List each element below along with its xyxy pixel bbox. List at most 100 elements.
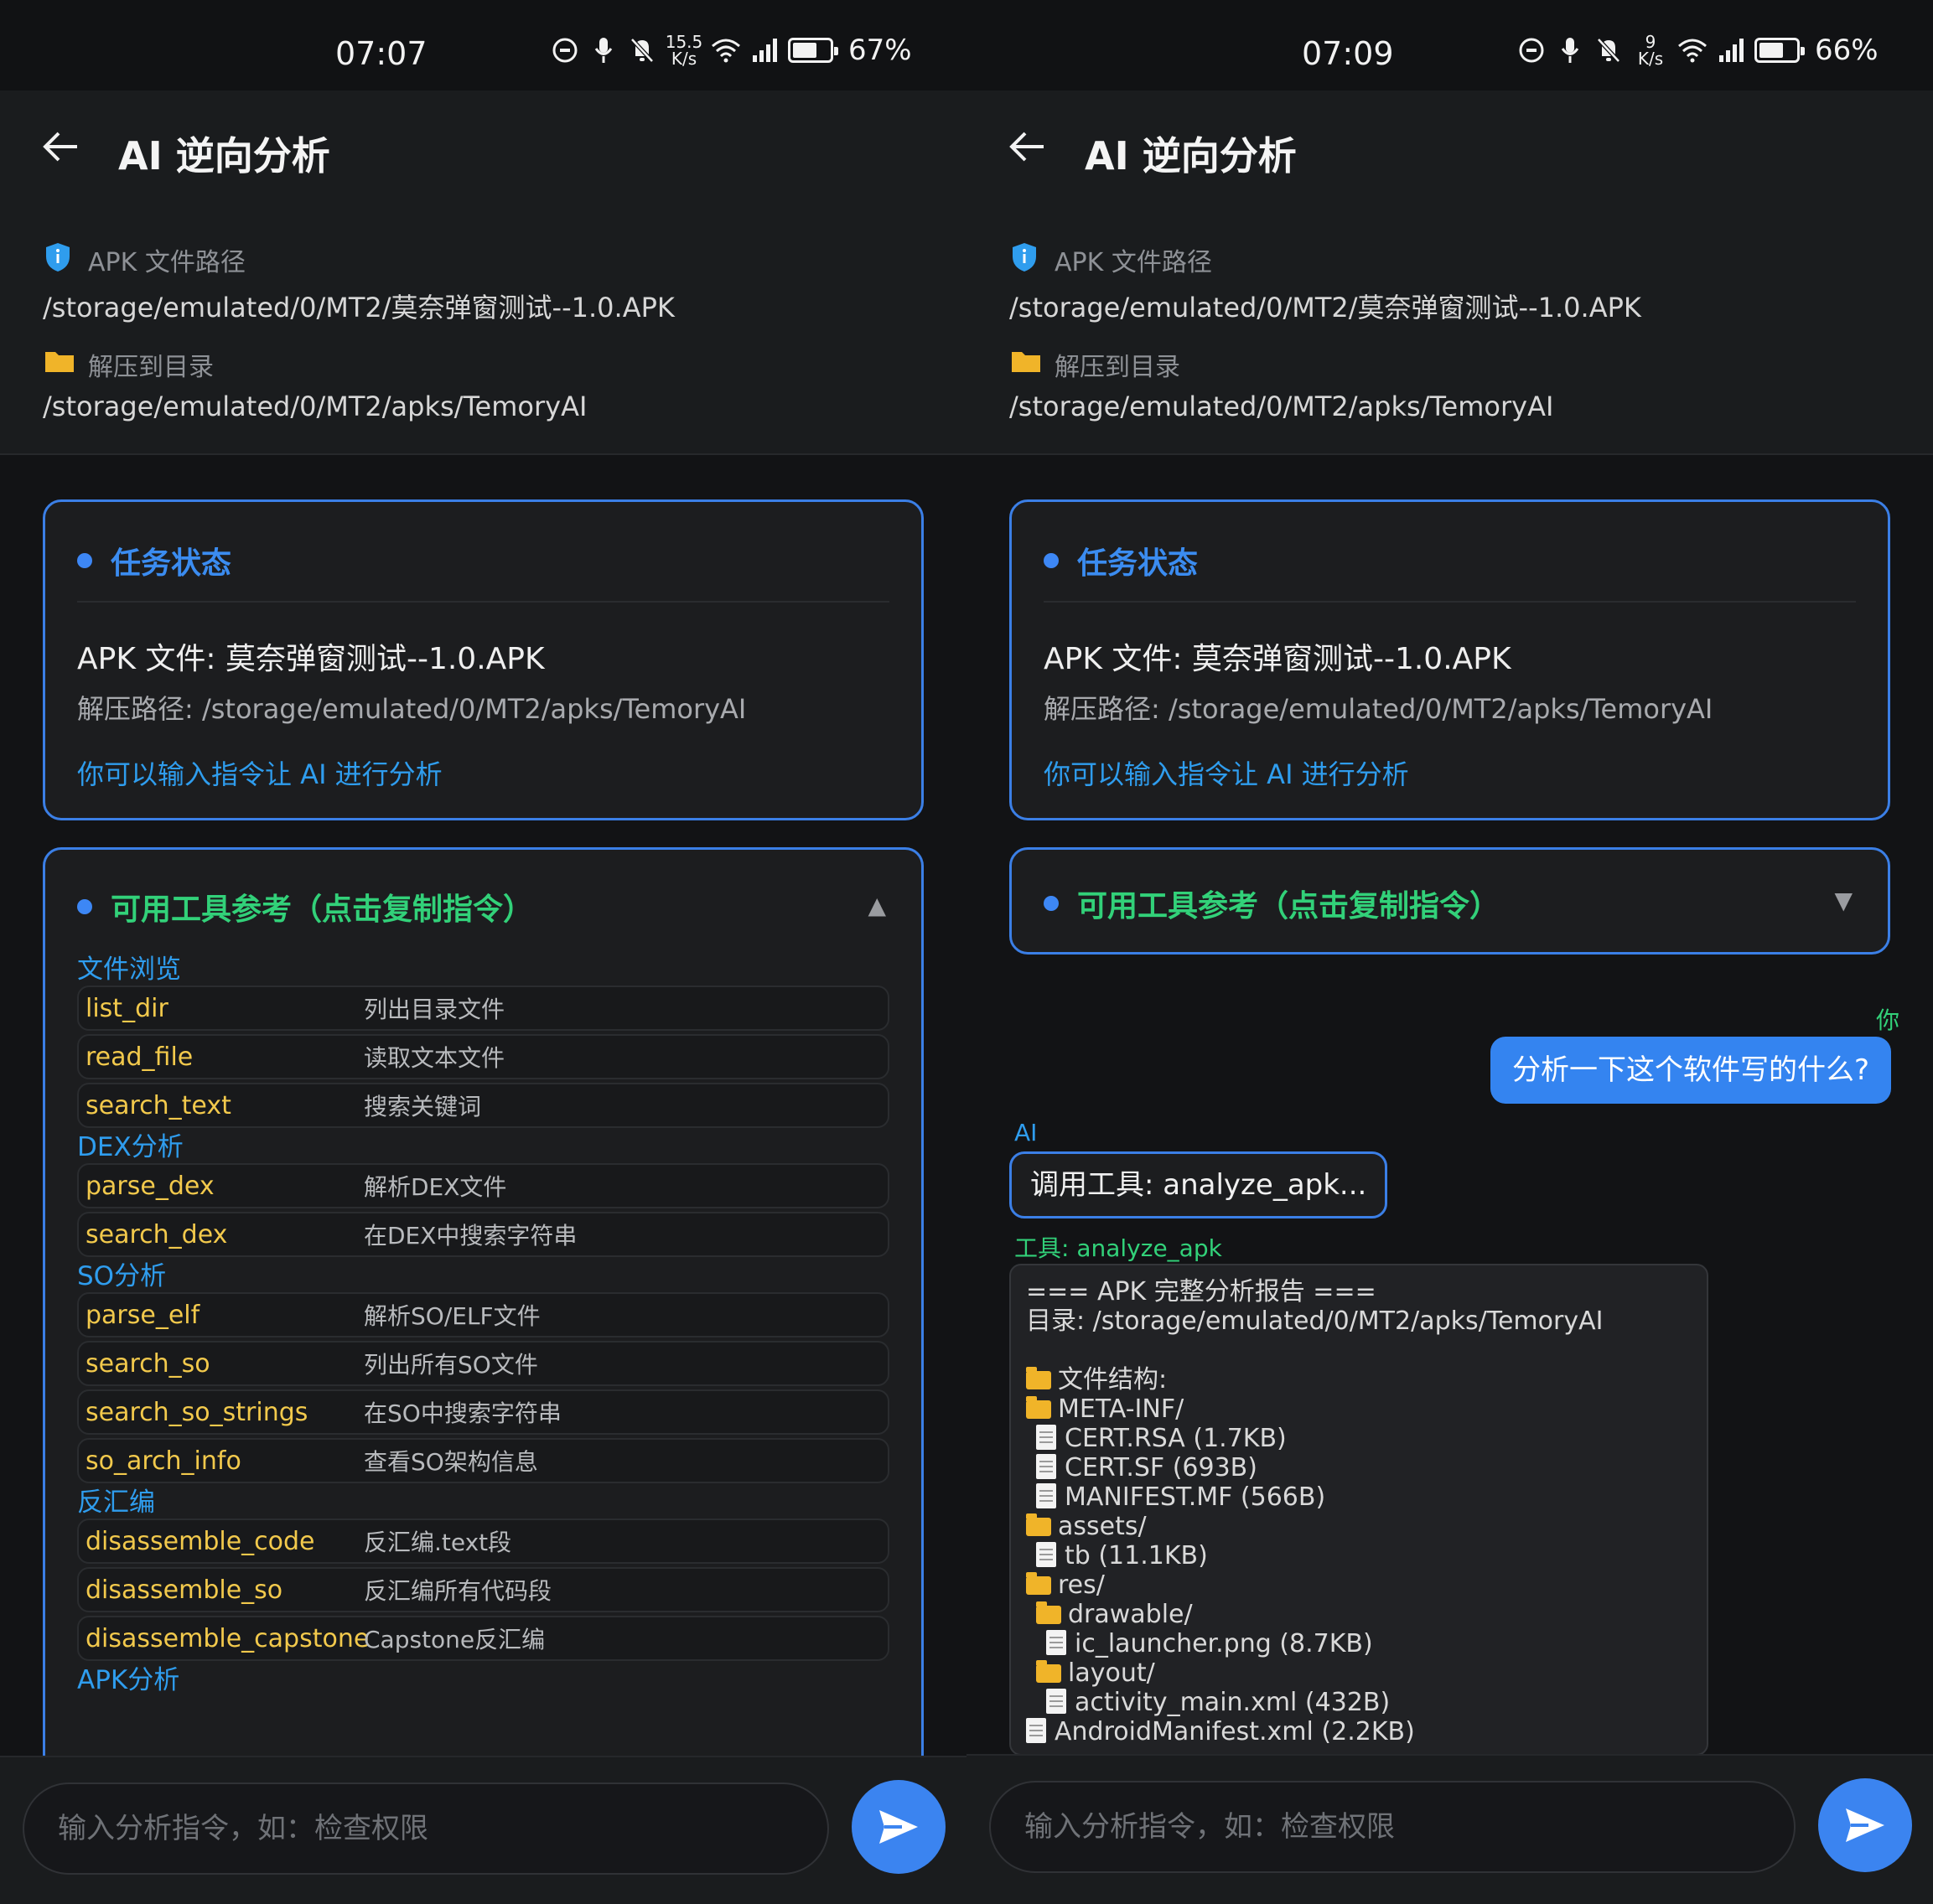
tool-row[interactable]: so_arch_info 查看SO架构信息 [77, 1438, 889, 1483]
folder-icon [1036, 1660, 1061, 1683]
mic-icon [588, 35, 619, 65]
tool-row[interactable]: read_file 读取文本文件 [77, 1034, 889, 1079]
tool-description: 列出所有SO文件 [364, 1351, 538, 1379]
tools-reference-title: 可用工具参考（点击复制指令） [111, 892, 534, 927]
tool-category-label: 反汇编 [77, 1488, 155, 1518]
tool-name: disassemble_capstone [86, 1623, 370, 1653]
tool-output-text: ic_launcher.png (8.7KB) [1075, 1629, 1373, 1658]
folder-icon [45, 352, 74, 372]
extract-dir-value: /storage/emulated/0/MT2/apks/TemoryAI [1009, 391, 1554, 422]
expand-caret-icon[interactable]: ▼ [1834, 887, 1853, 914]
task-apk-file: APK 文件: 莫奈弹窗测试--1.0.APK [1044, 642, 1511, 676]
tool-name: search_so_strings [86, 1397, 308, 1427]
tool-output-text: res/ [1058, 1570, 1105, 1600]
tool-output-text: layout/ [1068, 1658, 1155, 1688]
tool-description: 查看SO架构信息 [364, 1448, 538, 1476]
folder-icon [1026, 1513, 1051, 1536]
task-hint: 你可以输入指令让 AI 进行分析 [1044, 758, 1409, 790]
command-input[interactable]: 输入分析指令，如：检查权限 [989, 1781, 1796, 1873]
status-clock: 07:07 [335, 35, 428, 72]
tool-row[interactable]: search_dex 在DEX中搜索字符串 [77, 1212, 889, 1257]
tool-output-text: 文件结构: [1058, 1365, 1168, 1394]
collapse-caret-icon[interactable]: ▲ [868, 892, 886, 919]
signal-icon [1716, 35, 1746, 65]
battery-fill [793, 43, 816, 58]
task-status-head: 任务状态 [1044, 539, 1198, 582]
tool-output-line: META-INF/ [1026, 1394, 1707, 1424]
tools-reference-head[interactable]: 可用工具参考（点击复制指令） [77, 885, 533, 929]
divider [1044, 601, 1856, 603]
tool-output-text: AndroidManifest.xml (2.2KB) [1055, 1717, 1415, 1746]
tool-category-label: SO分析 [77, 1261, 167, 1291]
send-button[interactable] [1818, 1778, 1912, 1872]
tool-output-text: META-INF/ [1058, 1394, 1184, 1424]
tool-row[interactable]: disassemble_capstone Capstone反汇编 [77, 1616, 889, 1661]
folder-icon [1026, 1367, 1051, 1389]
divider [77, 601, 889, 603]
tool-name: parse_elf [86, 1300, 200, 1330]
tool-row[interactable]: parse_elf 解析SO/ELF文件 [77, 1292, 889, 1337]
tool-output-line: activity_main.xml (432B) [1026, 1688, 1707, 1717]
tool-description: 反汇编所有代码段 [364, 1577, 552, 1605]
tool-description: 解析DEX文件 [364, 1173, 507, 1201]
tools-reference-title: 可用工具参考（点击复制指令） [1077, 889, 1500, 924]
tool-output-text: drawable/ [1068, 1600, 1193, 1629]
task-status-title: 任务状态 [111, 546, 232, 581]
task-hint: 你可以输入指令让 AI 进行分析 [77, 758, 443, 790]
extract-dir-label: 解压到目录 [88, 353, 214, 382]
send-icon [1846, 1808, 1884, 1842]
send-button[interactable] [852, 1780, 946, 1874]
folder-icon [1012, 352, 1040, 372]
tool-row[interactable]: disassemble_code 反汇编.text段 [77, 1519, 889, 1564]
apk-path-value: /storage/emulated/0/MT2/莫奈弹窗测试--1.0.APK [1009, 292, 1641, 323]
tool-row[interactable]: parse_dex 解析DEX文件 [77, 1163, 889, 1208]
page-title: AI 逆向分析 [1085, 133, 1297, 178]
back-arrow-icon[interactable] [40, 126, 82, 168]
tool-call-label: 工具: analyze_apk [1014, 1234, 1222, 1262]
net-speed-value: 9 [1645, 32, 1656, 52]
tool-output-line: MANIFEST.MF (566B) [1026, 1482, 1707, 1512]
tool-output-text: === APK 完整分析报告 === [1026, 1277, 1376, 1306]
tool-row[interactable]: search_text 搜索关键词 [77, 1083, 889, 1128]
tool-row[interactable]: search_so_strings 在SO中搜索字符串 [77, 1389, 889, 1435]
status-dot [1044, 896, 1059, 911]
tool-output-line: AndroidManifest.xml (2.2KB) [1026, 1717, 1707, 1746]
task-status-head: 任务状态 [77, 539, 231, 582]
app-stage: 07:07 15.5 K/s 67% AI 逆向分析 APK 文件路径 /sto… [0, 0, 1933, 1904]
tool-output-line: 文件结构: [1026, 1365, 1707, 1394]
tool-description: 读取文本文件 [364, 1044, 505, 1072]
tool-name: disassemble_so [86, 1575, 283, 1605]
file-icon [1036, 1454, 1056, 1479]
tool-row[interactable]: disassemble_so 反汇编所有代码段 [77, 1567, 889, 1612]
task-apk-file: APK 文件: 莫奈弹窗测试--1.0.APK [77, 642, 545, 676]
task-status-title: 任务状态 [1077, 546, 1199, 581]
input-bar: 输入分析指令，如：检查权限 [966, 1754, 1933, 1904]
back-arrow-icon[interactable] [1007, 126, 1049, 168]
command-input[interactable]: 输入分析指令，如：检查权限 [23, 1782, 829, 1875]
file-icon [1026, 1718, 1046, 1743]
file-icon [1046, 1630, 1066, 1655]
send-icon [879, 1810, 918, 1844]
dnd-icon [1516, 35, 1547, 65]
status-icons: 15.5 K/s 67% [550, 34, 912, 67]
tool-row[interactable]: list_dir 列出目录文件 [77, 986, 889, 1031]
net-speed: 15.5 K/s [666, 34, 703, 67]
tools-reference-head[interactable]: 可用工具参考（点击复制指令） [1044, 882, 1500, 925]
tools-reference-card-collapsed[interactable]: 可用工具参考（点击复制指令） ▼ [1009, 847, 1890, 955]
tool-output-text: activity_main.xml (432B) [1075, 1688, 1391, 1717]
wifi-icon [711, 35, 741, 65]
task-extract-path: 解压路径: /storage/emulated/0/MT2/apks/Temor… [77, 693, 747, 725]
battery-text: 66% [1815, 34, 1879, 67]
tool-name: search_dex [86, 1219, 228, 1250]
battery-icon [1754, 38, 1805, 63]
tool-output-line: layout/ [1026, 1658, 1707, 1688]
tool-category-label: APK分析 [77, 1665, 180, 1695]
tool-row[interactable]: search_so 列出所有SO文件 [77, 1341, 889, 1386]
tool-output-line: drawable/ [1026, 1600, 1707, 1629]
tools-list: 文件浏览 list_dir 列出目录文件 read_file 读取文本文件 search_… [77, 950, 889, 1696]
shield-icon [1013, 243, 1036, 272]
user-role-label: 你 [1875, 1006, 1899, 1034]
tool-output-line: CERT.RSA (1.7KB) [1026, 1424, 1707, 1453]
battery-text: 67% [848, 34, 912, 67]
ai-message-bubble: 调用工具: analyze_apk... [1009, 1151, 1388, 1218]
